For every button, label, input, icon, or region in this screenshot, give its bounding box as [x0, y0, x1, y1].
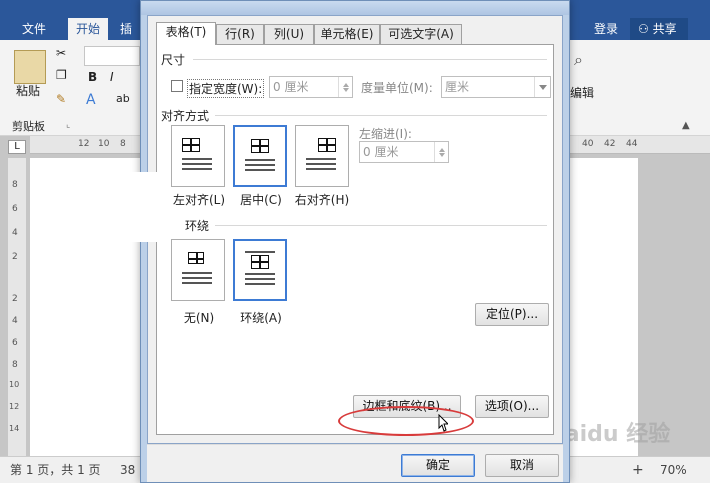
ruler-num: 8 — [120, 139, 126, 149]
ruler-num: 4 — [12, 228, 18, 238]
chevron-down-icon — [534, 77, 550, 97]
ruler-num: 8 — [12, 360, 18, 370]
align-left-icon — [182, 136, 214, 174]
wrap-none-option[interactable] — [171, 239, 225, 301]
table-tab-panel: 尺寸 指定宽度(W): 0 厘米 度量单位(M): 厘米 对齐方式 左对齐(L)… — [156, 44, 554, 435]
section-divider — [215, 115, 547, 116]
ruler-num: 2 — [12, 294, 18, 304]
ruler-num: 8 — [12, 180, 18, 190]
document-blank-region — [86, 172, 158, 242]
ruler-num: 12 — [9, 402, 20, 411]
wrap-around-option[interactable] — [233, 239, 287, 301]
wrap-around-label[interactable]: 环绕(A) — [233, 309, 289, 326]
zoom-level[interactable]: 70% — [660, 457, 687, 483]
width-spinner[interactable]: 0 厘米 — [269, 76, 353, 98]
size-section-title: 尺寸 — [161, 53, 186, 67]
ok-button[interactable]: 确定 — [401, 454, 475, 477]
align-center-label[interactable]: 居中(C) — [233, 191, 289, 208]
spinner-arrows-icon[interactable] — [434, 142, 448, 162]
paste-icon[interactable] — [14, 50, 46, 84]
wrap-around-icon — [245, 251, 277, 289]
indent-value: 0 厘米 — [363, 145, 399, 159]
ruler-num: 12 — [78, 139, 90, 149]
align-right-icon — [306, 136, 338, 174]
tab-table[interactable]: 表格(T) — [156, 22, 216, 45]
share-button[interactable]: ⚇ 共享 — [630, 18, 688, 40]
dialog-footer: 确定 取消 — [147, 444, 563, 482]
tab-cell[interactable]: 单元格(E) — [314, 24, 380, 44]
ruler-num: 14 — [9, 424, 20, 433]
edit-group-label[interactable]: 编辑 — [570, 84, 594, 101]
zoom-in-button[interactable]: + — [632, 457, 644, 483]
login-link[interactable]: 登录 — [586, 18, 626, 40]
align-left-label[interactable]: 左对齐(L) — [171, 191, 227, 208]
tab-insert[interactable]: 插 — [112, 18, 140, 40]
mouse-pointer-icon — [438, 414, 448, 432]
ruler-num: 40 — [582, 139, 594, 149]
format-painter-icon[interactable]: ✎ — [56, 92, 66, 106]
tab-alt-text[interactable]: 可选文字(A) — [380, 24, 462, 44]
unit-select[interactable]: 厘米 — [441, 76, 551, 98]
width-value: 0 厘米 — [273, 80, 309, 94]
bold-button[interactable]: B — [88, 70, 97, 84]
indent-label: 左缩进(I): — [359, 127, 412, 141]
wrap-none-icon — [182, 250, 214, 288]
tab-column[interactable]: 列(U) — [264, 24, 314, 44]
align-center-option[interactable] — [233, 125, 287, 187]
word-count[interactable]: 38 — [120, 457, 135, 483]
highlight-icon[interactable]: ab — [116, 92, 130, 105]
tab-stop-selector[interactable]: L — [8, 140, 26, 154]
tab-row[interactable]: 行(R) — [216, 24, 264, 44]
unit-value: 厘米 — [445, 80, 470, 94]
options-button[interactable]: 选项(O)... — [475, 395, 549, 418]
share-label: 共享 — [652, 22, 677, 36]
ruler-num: 10 — [98, 139, 110, 149]
copy-icon[interactable]: ❐ — [56, 68, 67, 82]
ruler-num: 6 — [12, 338, 18, 348]
ruler-num: 4 — [12, 316, 18, 326]
alignment-section-title: 对齐方式 — [161, 109, 210, 123]
vertical-ruler: 8 6 4 2 2 4 6 8 10 12 14 — [8, 158, 26, 456]
unit-label: 度量单位(M): — [361, 81, 433, 95]
ruler-num: 10 — [9, 380, 20, 389]
align-center-icon — [245, 137, 277, 175]
align-right-label[interactable]: 右对齐(H) — [289, 191, 355, 208]
tab-home[interactable]: 开始 — [68, 18, 109, 40]
dialog-content: 表格(T) 行(R) 列(U) 单元格(E) 可选文字(A) 尺寸 指定宽度(W… — [147, 15, 563, 444]
italic-button[interactable]: I — [110, 70, 114, 84]
find-icon[interactable]: ⌕ — [574, 50, 583, 70]
highlight-oval — [338, 406, 474, 436]
indent-spinner[interactable]: 0 厘米 — [359, 141, 449, 163]
section-divider — [215, 225, 547, 226]
cancel-button[interactable]: 取消 — [485, 454, 559, 477]
tab-file[interactable]: 文件 — [14, 18, 54, 40]
ruler-num: 44 — [626, 139, 638, 149]
ruler-num: 6 — [12, 204, 18, 214]
dialog-title-bar[interactable] — [141, 1, 569, 15]
collapse-ribbon-icon[interactable]: ▲ — [682, 120, 690, 131]
section-divider — [193, 59, 547, 60]
ruler-num: 2 — [12, 252, 18, 262]
wrap-section-title: 环绕 — [185, 219, 210, 233]
font-name-box[interactable] — [84, 46, 140, 66]
align-left-option[interactable] — [171, 125, 225, 187]
position-button[interactable]: 定位(P)... — [475, 303, 549, 326]
text-effects-icon[interactable]: A — [86, 92, 96, 108]
wrap-none-label[interactable]: 无(N) — [171, 309, 227, 326]
dialog-launcher-icon[interactable]: ⌞ — [66, 120, 70, 130]
page-count[interactable]: 第 1 页，共 1 页 — [10, 457, 101, 483]
clipboard-group-label: 剪贴板 — [12, 120, 45, 133]
ruler-num: 42 — [604, 139, 616, 149]
paste-label[interactable]: 粘贴 — [16, 82, 40, 99]
specify-width-label[interactable]: 指定宽度(W): — [187, 79, 265, 98]
cut-icon[interactable]: ✂ — [56, 46, 66, 60]
specify-width-checkbox[interactable] — [171, 80, 183, 92]
align-right-option[interactable] — [295, 125, 349, 187]
person-add-icon: ⚇ — [638, 22, 649, 36]
spinner-arrows-icon[interactable] — [338, 77, 352, 97]
